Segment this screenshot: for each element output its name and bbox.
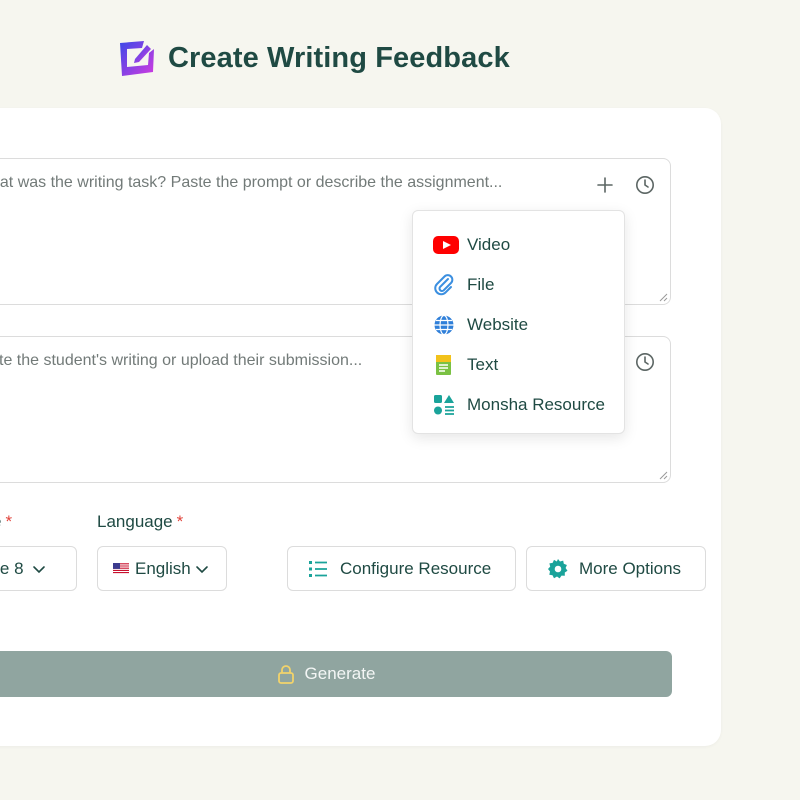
clock-icon bbox=[636, 353, 654, 371]
grade-label: e* bbox=[0, 512, 12, 532]
generate-label: Generate bbox=[304, 664, 376, 683]
gear-icon bbox=[547, 558, 569, 580]
lock-icon bbox=[277, 664, 295, 684]
shapes-icon bbox=[433, 394, 459, 416]
configure-resource-button[interactable]: Configure Resource bbox=[287, 546, 516, 591]
chevron-down-icon bbox=[33, 565, 46, 573]
page-header: Create Writing Feedback bbox=[118, 38, 510, 78]
grade-select-value: ade 8 bbox=[0, 558, 24, 578]
attach-menu-item-video[interactable]: Video bbox=[413, 225, 624, 265]
required-mark: * bbox=[176, 512, 184, 531]
us-flag-icon bbox=[113, 563, 129, 574]
language-select-value: English bbox=[135, 558, 191, 578]
resize-handle-icon[interactable] bbox=[658, 292, 668, 302]
attach-menu: Video File Website Text Monsha Resource bbox=[412, 210, 625, 434]
pencil-square-icon bbox=[120, 41, 154, 76]
more-options-button[interactable]: More Options bbox=[526, 546, 706, 591]
history-button[interactable] bbox=[633, 173, 657, 197]
add-attachment-button[interactable] bbox=[593, 173, 617, 197]
attach-menu-item-text[interactable]: Text bbox=[413, 345, 624, 385]
plus-icon bbox=[597, 177, 613, 193]
attach-menu-item-label: Text bbox=[467, 355, 499, 374]
attach-menu-item-file[interactable]: File bbox=[413, 265, 624, 305]
youtube-icon bbox=[433, 234, 459, 256]
required-mark: * bbox=[5, 512, 13, 531]
resize-handle-icon[interactable] bbox=[658, 470, 668, 480]
configure-resource-label: Configure Resource bbox=[340, 558, 492, 578]
attach-menu-item-website[interactable]: Website bbox=[413, 305, 624, 345]
clock-icon bbox=[636, 176, 654, 194]
text-document-icon bbox=[433, 354, 459, 376]
attach-menu-item-label: Monsha Resource bbox=[467, 395, 605, 414]
language-label: Language * bbox=[97, 512, 184, 531]
attach-menu-item-label: Website bbox=[467, 315, 529, 334]
task-input-placeholder: hat was the writing task? Paste the prom… bbox=[0, 174, 503, 191]
language-select[interactable]: English bbox=[97, 546, 227, 591]
attach-menu-item-label: File bbox=[467, 275, 495, 294]
paperclip-icon bbox=[433, 274, 459, 296]
page-title: Create Writing Feedback bbox=[168, 41, 510, 74]
submission-history-button[interactable] bbox=[633, 350, 657, 374]
list-icon bbox=[308, 558, 330, 580]
submission-input-placeholder: ste the student's writing or upload thei… bbox=[0, 352, 363, 369]
chevron-down-icon bbox=[195, 565, 208, 573]
grade-select[interactable]: ade 8 bbox=[0, 546, 77, 591]
attach-menu-item-label: Video bbox=[467, 235, 511, 254]
attach-menu-item-monsha-resource[interactable]: Monsha Resource bbox=[413, 385, 624, 425]
more-options-label: More Options bbox=[579, 558, 682, 578]
globe-icon bbox=[433, 314, 459, 336]
generate-button[interactable]: Generate bbox=[0, 651, 672, 697]
